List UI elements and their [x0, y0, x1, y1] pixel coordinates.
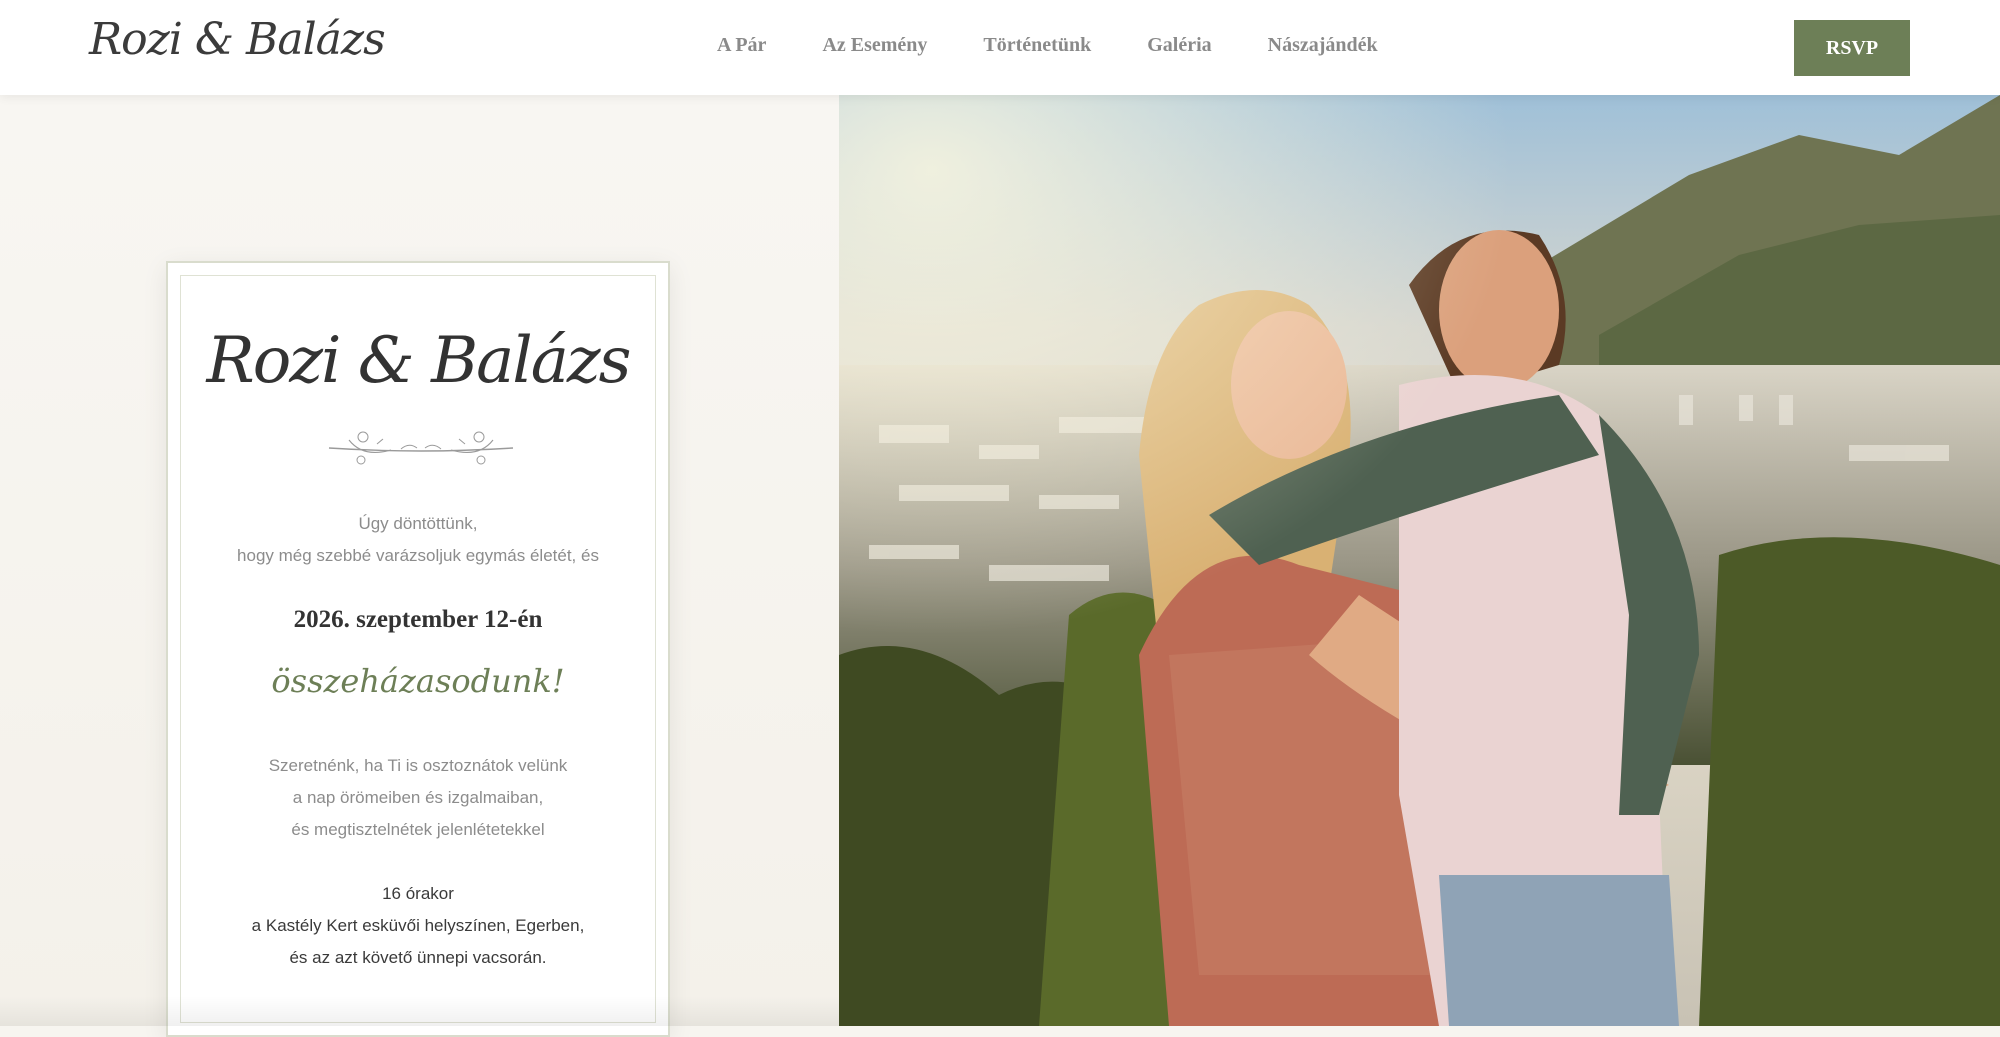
invitation-text: Szeretnénk, ha Ti is osztoznátok velünk …: [181, 750, 655, 846]
wedding-date: 2026. szeptember 12-én: [293, 606, 543, 633]
invitation-card-frame: Rozi & Balázs Úgy döntöttünk, hogy még s…: [180, 275, 656, 1023]
couple-photo-icon: [839, 95, 2000, 1026]
main-nav: A Pár Az Esemény Történetünk Galéria Nás…: [717, 34, 1434, 57]
panel-shadow: [0, 996, 839, 1026]
event-time: 16 órakor: [382, 884, 454, 903]
event-details: 16 órakor a Kastély Kert esküvői helyszí…: [181, 878, 655, 974]
event-venue: a Kastély Kert esküvői helyszínen, Egerb…: [251, 916, 585, 935]
nav-item-naszajandek[interactable]: Nászajándék: [1268, 34, 1378, 57]
floral-divider-icon: [328, 431, 514, 465]
nav-item-galeria[interactable]: Galéria: [1147, 34, 1211, 57]
invite-line: és megtisztelnétek jelenlétetekkel: [291, 820, 545, 839]
rsvp-button[interactable]: RSVP: [1794, 20, 1910, 76]
married-announcement: összeházasodunk!: [271, 662, 565, 700]
event-dinner: és az azt követő ünnepi vacsorán.: [289, 948, 547, 967]
intro-line: Úgy döntöttünk,: [358, 514, 478, 533]
intro-line: hogy még szebbé varázsoljuk egymás életé…: [237, 546, 599, 565]
hero-photo: [839, 95, 2000, 1026]
nav-item-tortenetunk[interactable]: Történetünk: [983, 34, 1091, 57]
nav-item-a-par[interactable]: A Pár: [717, 34, 766, 57]
invite-line: Szeretnénk, ha Ti is osztoznátok velünk: [268, 756, 568, 775]
invitation-panel: Rozi & Balázs Úgy döntöttünk, hogy még s…: [0, 95, 839, 1037]
nav-item-az-esemeny[interactable]: Az Esemény: [822, 34, 927, 57]
invitation-intro: Úgy döntöttünk, hogy még szebbé varázsol…: [181, 508, 655, 572]
invitation-title: Rozi & Balázs: [206, 324, 632, 398]
site-header: Rozi & Balázs A Pár Az Esemény Történetü…: [0, 0, 2000, 95]
site-logo[interactable]: Rozi & Balázs: [89, 14, 386, 65]
invitation-card: Rozi & Balázs Úgy döntöttünk, hogy még s…: [166, 261, 670, 1037]
invite-line: a nap örömeiben és izgalmaiban,: [292, 788, 544, 807]
